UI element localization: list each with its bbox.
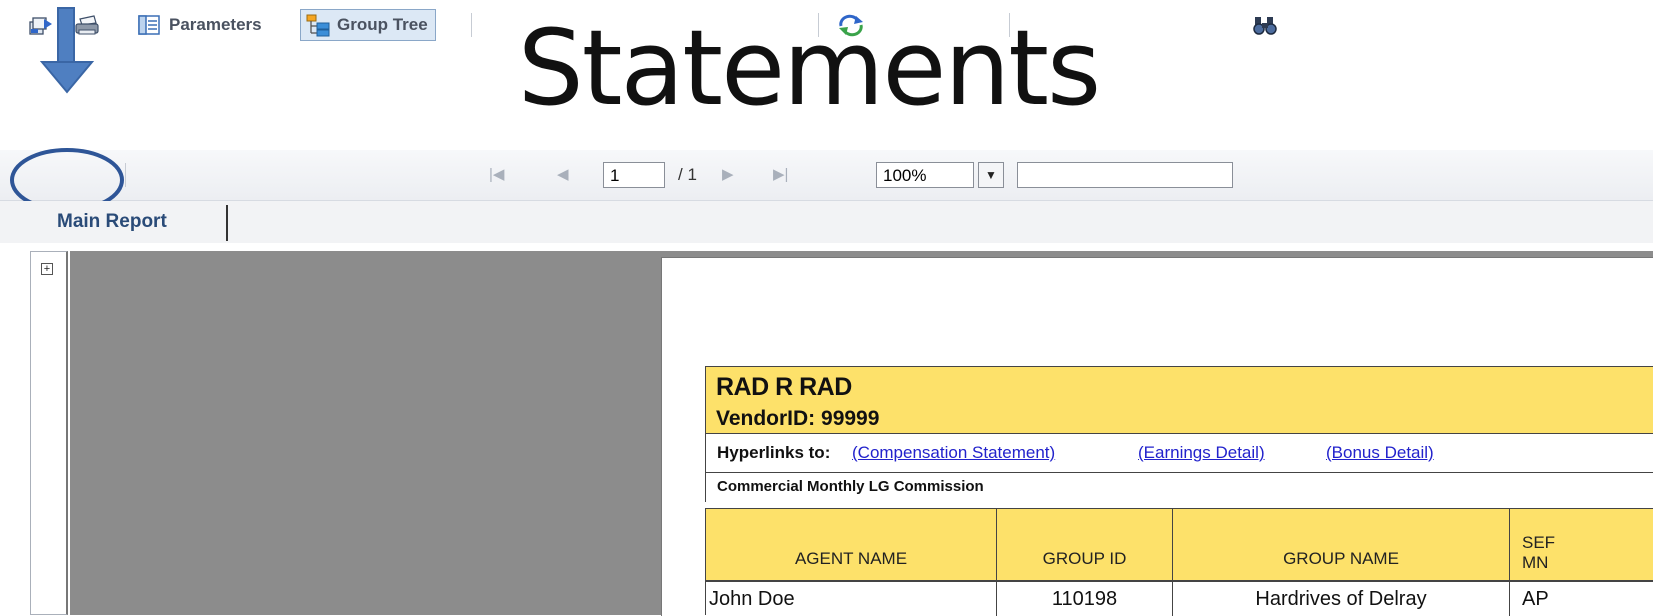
table-row: John Doe 110198 Hardrives of Delray AP bbox=[705, 581, 1653, 616]
toolbar-separator bbox=[471, 13, 472, 37]
column-header-group-name: GROUP NAME bbox=[1173, 509, 1510, 580]
cell-group-name: Hardrives of Delray bbox=[1173, 582, 1510, 616]
export-icon bbox=[29, 17, 52, 35]
zoom-dropdown-button[interactable]: ▼ bbox=[978, 162, 1004, 188]
column-header-group-id: GROUP ID bbox=[997, 509, 1173, 580]
parameters-label: Parameters bbox=[169, 15, 262, 34]
page-total: / 1 bbox=[678, 165, 697, 184]
parameters-button[interactable]: Parameters bbox=[137, 0, 262, 50]
group-tree-label: Group Tree bbox=[337, 15, 428, 34]
section-title: Commercial Monthly LG Commission bbox=[705, 472, 1653, 502]
group-tree-toggle[interactable]: Group Tree bbox=[300, 9, 436, 41]
parameters-panel-icon bbox=[138, 15, 160, 35]
last-page-icon: ▶| bbox=[773, 166, 789, 183]
tab-divider bbox=[226, 205, 228, 241]
cell-group-id: 110198 bbox=[997, 582, 1173, 616]
hyperlinks-label: Hyperlinks to: bbox=[717, 443, 831, 462]
first-page-button[interactable]: |◀ bbox=[489, 150, 504, 200]
previous-page-button[interactable]: ◀ bbox=[557, 150, 569, 200]
link-earnings-detail[interactable]: (Earnings Detail) bbox=[1138, 443, 1265, 463]
chevron-down-icon: ▼ bbox=[985, 168, 997, 182]
first-page-icon: |◀ bbox=[489, 166, 505, 183]
report-toolbar bbox=[0, 150, 1653, 201]
printer-icon bbox=[75, 15, 99, 35]
slide-title-text: Statements bbox=[517, 7, 1101, 129]
column-header-agent-name: AGENT NAME bbox=[706, 509, 997, 580]
zoom-input[interactable]: 100% bbox=[876, 162, 974, 188]
vendor-id: VendorID: 99999 bbox=[716, 407, 880, 430]
cell-agent-name: John Doe bbox=[706, 582, 997, 616]
search-input[interactable] bbox=[1017, 162, 1233, 188]
toolbar-separator bbox=[818, 13, 819, 37]
group-tree-pane: + bbox=[30, 251, 68, 615]
binoculars-icon bbox=[1253, 17, 1277, 35]
column-header-service-month: SEF MN bbox=[1510, 509, 1653, 580]
page-number-input[interactable]: 1 bbox=[603, 162, 665, 188]
previous-page-icon: ◀ bbox=[557, 166, 569, 183]
link-bonus-detail[interactable]: (Bonus Detail) bbox=[1326, 443, 1434, 463]
hyperlinks-row: Hyperlinks to: (Compensation Statement) … bbox=[705, 434, 1653, 472]
toolbar-separator bbox=[125, 163, 126, 187]
column-header-label: AGENT NAME bbox=[794, 549, 908, 568]
tree-expand-button[interactable]: + bbox=[41, 263, 53, 275]
group-tree-button[interactable]: Group Tree bbox=[300, 0, 436, 50]
refresh-icon bbox=[839, 14, 863, 37]
next-page-button[interactable]: ▶ bbox=[722, 150, 734, 200]
report-header: RAD R RAD VendorID: 99999 bbox=[705, 366, 1653, 434]
print-button[interactable] bbox=[74, 0, 100, 50]
find-button[interactable] bbox=[1252, 0, 1278, 50]
report-tabstrip: Main Report bbox=[0, 201, 1653, 243]
link-compensation-statement[interactable]: (Compensation Statement) bbox=[852, 443, 1055, 463]
tab-main-report[interactable]: Main Report bbox=[57, 201, 167, 243]
group-tree-icon bbox=[306, 14, 330, 37]
table-header: AGENT NAME GROUP ID GROUP NAME SEF MN bbox=[705, 508, 1653, 581]
column-header-label-line2: MN bbox=[1522, 553, 1549, 572]
column-header-label: GROUP ID bbox=[1042, 549, 1127, 568]
refresh-button[interactable] bbox=[836, 0, 866, 50]
last-page-button[interactable]: ▶| bbox=[773, 150, 788, 200]
cell-service-month: AP bbox=[1522, 588, 1549, 610]
toolbar-separator bbox=[1009, 13, 1010, 37]
agent-header-name: RAD R RAD bbox=[716, 373, 852, 401]
column-header-label: GROUP NAME bbox=[1283, 549, 1399, 568]
export-button[interactable] bbox=[27, 0, 53, 50]
column-header-label-line1: SEF bbox=[1522, 533, 1556, 552]
next-page-icon: ▶ bbox=[722, 166, 734, 183]
